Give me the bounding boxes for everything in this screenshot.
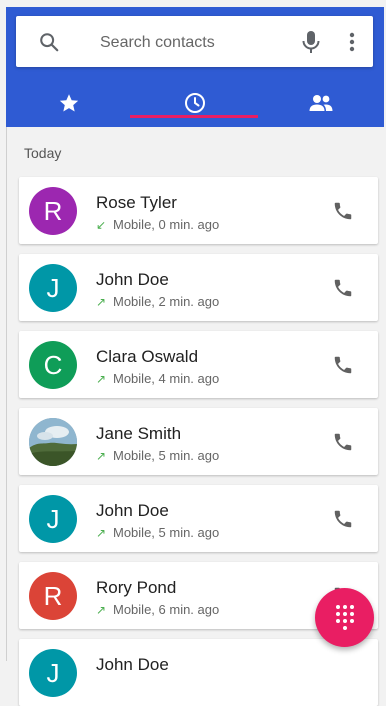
- avatar[interactable]: [29, 418, 77, 466]
- search-bar[interactable]: [16, 16, 373, 67]
- call-log-item[interactable]: R Rose Tyler ↙ Mobile, 0 min. ago: [19, 177, 378, 244]
- call-log-item[interactable]: J John Doe ↗ Mobile, 5 min. ago: [19, 485, 378, 552]
- star-icon: [59, 94, 79, 112]
- contact-name: Rory Pond: [96, 578, 177, 597]
- call-icon[interactable]: [332, 200, 354, 222]
- avatar[interactable]: C: [29, 341, 77, 389]
- call-detail-text: Mobile, 6 min. ago: [113, 602, 220, 617]
- call-icon[interactable]: [332, 431, 354, 453]
- contact-name: John Doe: [96, 270, 169, 289]
- call-detail-text: Mobile, 0 min. ago: [113, 217, 220, 232]
- call-detail: ↙ Mobile, 0 min. ago: [96, 217, 219, 232]
- avatar[interactable]: R: [29, 572, 77, 620]
- avatar[interactable]: J: [29, 649, 77, 697]
- outgoing-call-icon: ↗: [96, 372, 107, 386]
- call-icon[interactable]: [332, 354, 354, 376]
- microphone-icon[interactable]: [300, 29, 322, 55]
- tab-contacts[interactable]: [258, 79, 384, 127]
- divider: [6, 127, 7, 661]
- contact-name: Jane Smith: [96, 424, 182, 443]
- section-title: Today: [24, 145, 62, 161]
- search-icon[interactable]: [38, 31, 60, 53]
- contact-name: John Doe: [96, 501, 169, 520]
- avatar[interactable]: J: [29, 495, 77, 543]
- call-log-item[interactable]: J John Doe: [19, 639, 378, 706]
- call-detail: ↗ Mobile, 6 min. ago: [96, 602, 219, 617]
- app-bar: [6, 7, 384, 127]
- call-icon[interactable]: [332, 508, 354, 530]
- tab-recents[interactable]: [132, 79, 258, 127]
- contact-name: Rose Tyler: [96, 193, 177, 212]
- call-detail-text: Mobile, 2 min. ago: [113, 294, 220, 309]
- outgoing-call-icon: ↗: [96, 295, 107, 309]
- dialpad-fab[interactable]: [315, 588, 374, 647]
- search-input[interactable]: [98, 29, 292, 57]
- tab-bar: [6, 79, 384, 127]
- clock-icon: [185, 93, 205, 113]
- outgoing-call-icon: ↗: [96, 449, 107, 463]
- call-detail: ↗ Mobile, 4 min. ago: [96, 371, 219, 386]
- call-detail: ↗ Mobile, 2 min. ago: [96, 294, 219, 309]
- call-log-item[interactable]: J John Doe ↗ Mobile, 2 min. ago: [19, 254, 378, 321]
- avatar[interactable]: R: [29, 187, 77, 235]
- call-detail: ↗ Mobile, 5 min. ago: [96, 448, 219, 463]
- contact-name: John Doe: [96, 655, 169, 674]
- active-tab-indicator: [130, 115, 258, 118]
- call-detail-text: Mobile, 5 min. ago: [113, 525, 220, 540]
- more-vert-icon[interactable]: [341, 29, 363, 55]
- incoming-call-icon: ↙: [96, 218, 107, 232]
- contact-name: Clara Oswald: [96, 347, 199, 366]
- people-icon: [309, 95, 333, 111]
- avatar[interactable]: J: [29, 264, 77, 312]
- call-detail-text: Mobile, 5 min. ago: [113, 448, 220, 463]
- call-log-item[interactable]: C Clara Oswald ↗ Mobile, 4 min. ago: [19, 331, 378, 398]
- call-detail: ↗ Mobile, 5 min. ago: [96, 525, 219, 540]
- tab-favorites[interactable]: [6, 79, 132, 127]
- call-log-item[interactable]: Jane Smith ↗ Mobile, 5 min. ago: [19, 408, 378, 475]
- outgoing-call-icon: ↗: [96, 603, 107, 617]
- call-detail-text: Mobile, 4 min. ago: [113, 371, 220, 386]
- outgoing-call-icon: ↗: [96, 526, 107, 540]
- call-icon[interactable]: [332, 277, 354, 299]
- dialpad-icon: [335, 605, 354, 630]
